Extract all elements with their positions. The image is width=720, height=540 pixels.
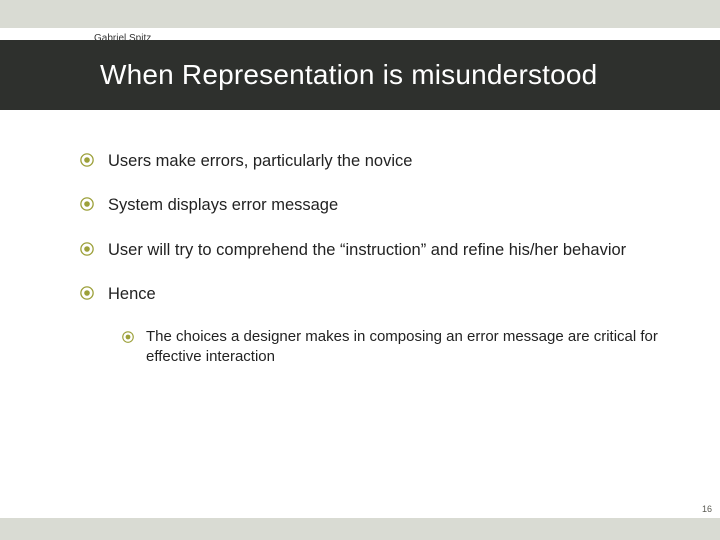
slide-title: When Representation is misunderstood — [0, 59, 597, 91]
bullet-text: System displays error message — [108, 194, 338, 216]
page-number: 16 — [702, 504, 712, 514]
bullet-text: Users make errors, particularly the novi… — [108, 150, 412, 172]
bottom-accent-bar — [0, 518, 720, 540]
bullet-item: Hence — [80, 283, 670, 305]
title-band: When Representation is misunderstood — [0, 40, 720, 110]
bullet-item: User will try to comprehend the “instruc… — [80, 239, 670, 261]
slide: Gabriel Spitz When Representation is mis… — [0, 0, 720, 540]
slide-content: Users make errors, particularly the novi… — [80, 150, 670, 390]
target-bullet-icon — [80, 242, 94, 256]
target-bullet-icon — [80, 153, 94, 167]
sub-bullet-text: The choices a designer makes in composin… — [146, 327, 670, 368]
bullet-text: User will try to comprehend the “instruc… — [108, 239, 626, 261]
target-bullet-icon — [80, 286, 94, 300]
sub-bullet-item: The choices a designer makes in composin… — [122, 327, 670, 368]
bullet-item: System displays error message — [80, 194, 670, 216]
bullet-item: Users make errors, particularly the novi… — [80, 150, 670, 172]
bullet-text: Hence — [108, 283, 156, 305]
target-bullet-icon — [122, 330, 134, 342]
top-accent-bar — [0, 0, 720, 28]
target-bullet-icon — [80, 197, 94, 211]
